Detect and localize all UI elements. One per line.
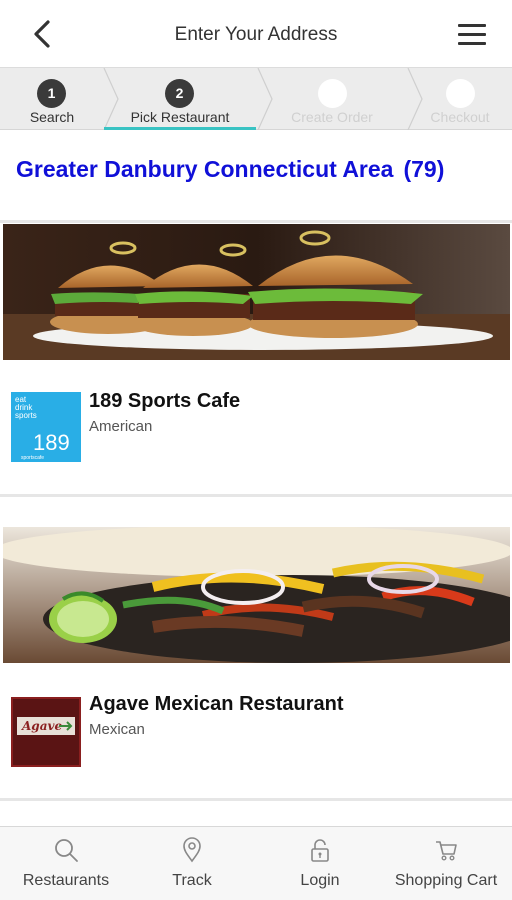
step-number: 4 (446, 79, 475, 108)
nav-login[interactable]: Login (260, 827, 380, 900)
restaurant-photo (3, 224, 510, 360)
map-pin-icon (183, 837, 201, 863)
active-step-underline (104, 127, 256, 130)
restaurant-cuisine: American (89, 418, 153, 435)
nav-label: Track (172, 872, 212, 889)
svg-text:189: 189 (33, 430, 70, 455)
nav-restaurants[interactable]: Restaurants (0, 827, 132, 900)
logo-189-sports-cafe: eat drink sports 189 sportscafe (15, 395, 70, 461)
step-create-order[interactable]: 3 Create Order (272, 68, 392, 130)
sliders-food-image (3, 224, 510, 360)
nav-label: Restaurants (22, 872, 110, 889)
step-number: 1 (37, 79, 66, 108)
restaurant-name: 189 Sports Cafe (89, 390, 241, 412)
search-icon (55, 839, 78, 862)
restaurant-logo: Agave (11, 697, 81, 767)
area-name: Greater Danbury Connecticut Area (16, 156, 394, 182)
fajitas-food-image (3, 527, 510, 663)
step-label: Create Order (291, 109, 373, 125)
svg-text:Agave: Agave (21, 719, 62, 733)
order-steps: 1 Search 2 Pick Restaurant 3 Create Orde… (0, 68, 512, 130)
restaurant-card[interactable]: eat drink sports 189 sportscafe 189 Spor… (0, 224, 512, 494)
step-number: 3 (318, 79, 347, 108)
hamburger-menu-icon (458, 24, 486, 27)
menu-button[interactable] (456, 20, 488, 48)
unlock-icon (311, 839, 329, 862)
restaurant-photo (3, 527, 510, 663)
nav-track[interactable]: Track (132, 827, 252, 900)
restaurant-count: (79) (403, 156, 445, 182)
restaurant-logo: eat drink sports 189 sportscafe (11, 392, 81, 462)
step-label: Search (29, 109, 75, 125)
step-label: Checkout (430, 109, 490, 125)
step-search[interactable]: 1 Search (0, 68, 104, 130)
svg-text:sportscafe: sportscafe (21, 455, 44, 461)
divider (0, 220, 512, 223)
nav-shopping-cart[interactable]: Shopping Cart (380, 827, 512, 900)
divider (0, 798, 512, 801)
page-title: Enter Your Address (174, 24, 338, 45)
restaurant-name: Agave Mexican Restaurant (89, 693, 344, 715)
area-heading: Greater Danbury Connecticut Area (79) (16, 156, 444, 183)
nav-label: Login (300, 872, 340, 889)
step-number: 2 (165, 79, 194, 108)
divider (0, 494, 512, 497)
restaurant-cuisine: Mexican (89, 721, 145, 738)
step-pick-restaurant[interactable]: 2 Pick Restaurant (104, 68, 256, 130)
logo-agave: Agave (13, 699, 79, 765)
app-header: Enter Your Address (0, 0, 512, 68)
svg-text:sports: sports (15, 411, 37, 420)
step-checkout[interactable]: 4 Checkout (420, 68, 500, 130)
restaurant-card[interactable]: Agave Agave Mexican Restaurant Mexican (0, 527, 512, 797)
nav-label: Shopping Cart (394, 872, 498, 889)
cart-icon (436, 841, 457, 861)
bottom-nav: Restaurants Track Login Shopping Cart (0, 826, 512, 900)
step-label: Pick Restaurant (130, 109, 230, 125)
